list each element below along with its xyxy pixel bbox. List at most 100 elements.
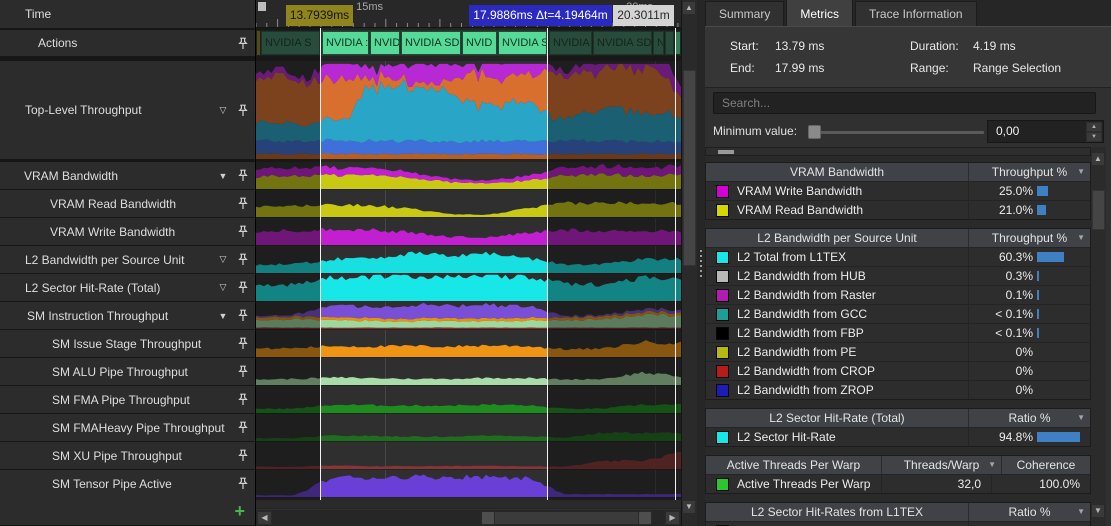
sidebar-item-vram-write-bandwidth[interactable]: VRAM Write Bandwidth (0, 218, 255, 245)
hscroll-thumb[interactable] (495, 512, 638, 524)
time-ruler[interactable]: 15ms20ms13.7939ms17.9886ms Δt=4.19464m20… (256, 0, 681, 28)
sort-desc-icon[interactable]: ▼ (988, 456, 996, 474)
sidebar-item-vram-bandwidth[interactable]: VRAM Bandwidth▼ (0, 162, 255, 189)
pin-icon[interactable] (237, 477, 249, 490)
metric-row[interactable]: L2 Bandwidth from Raster0.1% (706, 285, 1090, 304)
action-block[interactable]: NVIDIA S (261, 31, 320, 55)
chevron-down-icon[interactable]: ▼ (215, 171, 231, 181)
minimum-value-spinbox[interactable]: 0,00 ▲ ▼ (987, 120, 1104, 143)
pin-icon[interactable] (237, 37, 249, 50)
sidebar-item-sm-instruction-throughput[interactable]: SM Instruction Throughput▼ (0, 302, 255, 329)
timeline-vertical-scrollbar[interactable]: ▲ ▼ (682, 0, 697, 526)
sidebar-item-l2-bandwidth-per-source-unit[interactable]: L2 Bandwidth per Source Unit▽ (0, 246, 255, 273)
scroll-up-icon[interactable]: ▲ (682, 1, 696, 15)
column-header[interactable]: Threads/Warp▼ (881, 456, 1001, 474)
action-block[interactable]: NVID (370, 31, 400, 55)
action-block[interactable] (257, 31, 260, 55)
pin-icon[interactable] (237, 197, 249, 210)
sort-desc-icon[interactable]: ▼ (1077, 409, 1085, 427)
pin-icon[interactable] (237, 281, 249, 294)
sidebar-item-l2-sector-hit-rate-total[interactable]: L2 Sector Hit-Rate (Total)▽ (0, 274, 255, 301)
column-header[interactable]: Throughput %▼ (968, 229, 1090, 247)
sidebar-item-top-level-throughput[interactable]: Top-Level Throughput▽ (0, 61, 255, 159)
sidebar-item-time[interactable]: Time (0, 0, 255, 28)
duration-value: 4.19 ms (973, 39, 1016, 53)
table-scroll-up-icon[interactable]: ▲ (1091, 152, 1105, 166)
metric-row[interactable]: L2 Bandwidth from CROP0% (706, 361, 1090, 380)
pin-icon[interactable] (237, 393, 249, 406)
metric-row[interactable]: L2 Bandwidth from HUB0.3% (706, 266, 1090, 285)
metric-row[interactable]: VRAM Write Bandwidth25.0% (706, 181, 1090, 200)
sidebar-item-sm-fmaheavy-pipe-throughput[interactable]: SM FMAHeavy Pipe Throughput (0, 414, 255, 441)
pin-icon[interactable] (237, 421, 249, 434)
table-vertical-scrollbar[interactable]: ▲ ▼ (1091, 147, 1106, 526)
sidebar-item-actions[interactable]: Actions (0, 30, 255, 56)
tab-summary[interactable]: Summary (705, 1, 784, 26)
selection-end-line[interactable] (547, 28, 548, 500)
sort-desc-icon[interactable]: ▼ (1077, 163, 1085, 181)
sidebar-item-sm-issue-stage-throughput[interactable]: SM Issue Stage Throughput (0, 330, 255, 357)
panel-splitter-handle[interactable] (697, 0, 705, 526)
chevron-down-icon[interactable]: ▼ (215, 311, 231, 321)
metric-row[interactable]: VRAM Read Bandwidth21.0% (706, 200, 1090, 219)
metric-row[interactable]: L2 Bandwidth from GCC< 0.1% (706, 304, 1090, 323)
sidebar-item-sm-fma-pipe-throughput[interactable]: SM FMA Pipe Throughput (0, 386, 255, 413)
column-header[interactable]: Throughput %▼ (968, 163, 1090, 181)
table-vscroll-thumb[interactable] (1092, 190, 1105, 230)
minimum-value-slider[interactable] (808, 120, 984, 144)
column-header[interactable]: Ratio %▼ (968, 409, 1090, 427)
metric-row[interactable]: L2 Bandwidth from ZROP0% (706, 380, 1090, 399)
metric-row[interactable]: L2 Bandwidth from PE0% (706, 342, 1090, 361)
action-block[interactable]: NVIDIA (549, 31, 592, 55)
scroll-right-icon[interactable]: ▶ (665, 511, 680, 525)
pin-icon[interactable] (237, 365, 249, 378)
chevron-down-icon[interactable]: ▽ (215, 254, 231, 265)
column-header[interactable]: Coherence (1001, 456, 1090, 474)
pin-icon[interactable] (237, 449, 249, 462)
sort-desc-icon[interactable]: ▼ (1077, 229, 1085, 247)
action-block[interactable]: NVID (462, 31, 497, 55)
pin-icon[interactable] (237, 337, 249, 350)
metric-row[interactable]: L2 Hit-Rate for L1TEX94.9% (706, 521, 1090, 526)
action-block[interactable]: NVIDIA : (322, 31, 369, 55)
tab-trace-information[interactable]: Trace Information (855, 1, 977, 26)
metric-row[interactable]: Active Threads Per Warp32,0100.0% (706, 474, 1090, 493)
metric-row[interactable]: L2 Sector Hit-Rate94.8% (706, 427, 1090, 446)
add-metric-button[interactable]: + (234, 504, 245, 518)
pin-icon[interactable] (237, 225, 249, 238)
action-block[interactable] (665, 31, 674, 55)
sidebar-item-sm-tensor-pipe-active[interactable]: SM Tensor Pipe Active (0, 470, 255, 497)
scroll-down-icon[interactable]: ▼ (682, 500, 696, 514)
sidebar-item-vram-read-bandwidth[interactable]: VRAM Read Bandwidth (0, 190, 255, 217)
timeline-area[interactable]: 15ms20ms13.7939ms17.9886ms Δt=4.19464m20… (256, 0, 681, 526)
tab-metrics[interactable]: Metrics (786, 0, 853, 26)
action-block[interactable]: NVIDIA SD (401, 31, 461, 55)
timeline-horizontal-scrollbar[interactable]: ◀ ▶ (256, 509, 681, 526)
pin-icon[interactable] (237, 309, 249, 322)
cursor-line[interactable] (675, 28, 676, 500)
action-block[interactable]: N (653, 31, 664, 55)
table-scroll-down-icon[interactable]: ▼ (1091, 504, 1105, 518)
vscroll-thumb[interactable] (683, 70, 696, 266)
scroll-left-icon[interactable]: ◀ (257, 511, 272, 525)
sort-desc-icon[interactable]: ▼ (1077, 503, 1085, 521)
metric-row[interactable]: L2 Bandwidth from FBP< 0.1% (706, 323, 1090, 342)
action-block[interactable]: NVIDIA SD (593, 31, 652, 55)
search-input[interactable] (713, 92, 1096, 114)
hscroll-left-handle[interactable] (481, 511, 495, 525)
metric-row[interactable]: L2 Total from L1TEX60.3% (706, 247, 1090, 266)
selection-start-line[interactable] (320, 28, 321, 500)
sidebar-item-sm-xu-pipe-throughput[interactable]: SM XU Pipe Throughput (0, 442, 255, 469)
pin-icon[interactable] (237, 104, 249, 117)
slider-thumb[interactable] (808, 125, 821, 139)
chevron-down-icon[interactable]: ▽ (215, 105, 231, 116)
spinbox-down-icon[interactable]: ▼ (1086, 132, 1102, 142)
spinbox-up-icon[interactable]: ▲ (1086, 122, 1102, 132)
column-header[interactable]: Ratio %▼ (968, 503, 1090, 521)
hscroll-right-handle[interactable] (638, 511, 652, 525)
chevron-down-icon[interactable]: ▽ (215, 282, 231, 293)
pin-icon[interactable] (237, 169, 249, 182)
action-block[interactable]: NVIDIA S (498, 31, 547, 55)
pin-icon[interactable] (237, 253, 249, 266)
sidebar-item-sm-alu-pipe-throughput[interactable]: SM ALU Pipe Throughput (0, 358, 255, 385)
